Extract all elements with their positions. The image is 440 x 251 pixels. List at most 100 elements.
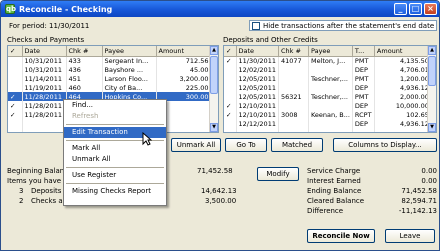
column-header[interactable]: Payee: [308, 46, 353, 57]
cell-check[interactable]: [8, 83, 23, 92]
cell-type: PMT: [352, 74, 375, 83]
cell-check[interactable]: [224, 128, 237, 132]
deposits-scrollbar[interactable]: ▲ ▼: [427, 46, 436, 132]
scroll-thumb[interactable]: [428, 56, 436, 86]
cell-check[interactable]: [8, 65, 23, 74]
table-row[interactable]: 12/05/2011 DEP 4,936.12: [224, 83, 432, 92]
cell-date: 11/30/2011: [236, 56, 279, 65]
table-row[interactable]: 12/12/2011 DEP 4,936.12: [224, 119, 432, 128]
cleared-balance-label: Cleared Balance: [307, 197, 365, 205]
cell-type: DEP: [352, 65, 375, 74]
menu-item-find[interactable]: Find...: [64, 100, 166, 111]
cell-num: [278, 83, 309, 92]
table-row[interactable]: 12/02/2011 DEP 4,706.01: [224, 65, 432, 74]
scroll-up-icon[interactable]: ▲: [210, 46, 218, 55]
table-row[interactable]: 12/05/2011 Teschner,... PMT 1,200.00: [224, 74, 432, 83]
cell-check[interactable]: ✓: [8, 92, 23, 101]
hide-transactions-label: Hide transactions after the statement's …: [263, 21, 435, 30]
cell-check[interactable]: ✓: [224, 101, 237, 110]
totals-panel: Service Charge 0.00 Interest Earned 0.00 E…: [307, 167, 437, 217]
cell-check[interactable]: [8, 56, 23, 65]
cell-amount: [374, 128, 432, 132]
table-row[interactable]: 11/19/2011 460 City of Ba... 225.00: [8, 83, 212, 92]
reconcile-now-button[interactable]: Reconcile Now: [307, 229, 375, 243]
close-icon[interactable]: ×: [424, 3, 437, 15]
checkbox-box[interactable]: [252, 21, 260, 30]
cell-num: [278, 101, 309, 110]
menu-item-refresh[interactable]: Refresh: [64, 111, 166, 122]
cell-check[interactable]: ✓: [224, 110, 237, 119]
menu-item-use-register[interactable]: Use Register: [64, 170, 166, 181]
columns-to-display-button[interactable]: Columns to Display...: [333, 138, 437, 152]
scroll-thumb[interactable]: [210, 56, 218, 94]
cell-type: DEP: [352, 83, 375, 92]
cell-check[interactable]: ✓: [8, 101, 23, 110]
table-row[interactable]: 12/05/2011 56321 Teschner,... PMT 2,000.00: [224, 92, 432, 101]
cell-payee: Bayshore ...: [102, 65, 157, 74]
cell-check[interactable]: [224, 65, 237, 74]
cell-check[interactable]: ✓: [224, 56, 237, 65]
cell-payee: [308, 83, 353, 92]
menu-item-missing-checks-report[interactable]: Missing Checks Report: [64, 186, 166, 197]
deposits-label: Deposits: [31, 187, 62, 195]
unmark-all-button[interactable]: Unmark All: [171, 138, 221, 152]
cell-payee: Keenan, B...: [308, 110, 353, 119]
cell-date: 12/05/2011: [236, 74, 279, 83]
modify-button[interactable]: Modify: [257, 167, 299, 181]
hide-transactions-checkbox[interactable]: Hide transactions after the statement's …: [249, 20, 437, 31]
cell-payee: Teschner,...: [308, 74, 353, 83]
table-row[interactable]: 11/14/2011 451 Larson Floo... 3,200.00: [8, 74, 212, 83]
matched-button[interactable]: Matched: [271, 138, 323, 152]
interest-earned-label: Interest Earned: [307, 177, 361, 185]
table-row[interactable]: 10/31/2011 436 Bayshore ... 45.00: [8, 65, 212, 74]
cell-check[interactable]: [224, 74, 237, 83]
table-row[interactable]: ✓ 12/10/2011 DEP 10,000.00: [224, 101, 432, 110]
table-row[interactable]: 10/31/2011 433 Sergeant In... 712.56: [8, 56, 212, 65]
deposits-value: 14,642.13: [201, 187, 237, 195]
cell-check[interactable]: [8, 128, 23, 132]
column-header[interactable]: Date: [236, 46, 279, 57]
cell-check[interactable]: [8, 74, 23, 83]
column-header[interactable]: Payee: [102, 46, 157, 57]
table-row[interactable]: [224, 128, 432, 132]
column-header[interactable]: ✓: [8, 46, 23, 57]
scroll-down-icon[interactable]: ▼: [210, 123, 218, 132]
maximize-icon[interactable]: □: [409, 3, 422, 15]
cell-date: 12/02/2011: [236, 65, 279, 74]
minimize-icon[interactable]: _: [394, 3, 407, 15]
cell-check[interactable]: [224, 92, 237, 101]
cell-amount: 2,000.00: [374, 92, 432, 101]
cell-num: 433: [66, 56, 103, 65]
service-charge-value: 0.00: [421, 167, 437, 175]
table-row[interactable]: ✓ 11/30/2011 41077 Melton, J... PMT 4,135.50: [224, 56, 432, 65]
cell-payee: Sergeant In...: [102, 56, 157, 65]
cell-check[interactable]: ✓: [8, 110, 23, 119]
cell-payee: Melton, J...: [308, 56, 353, 65]
column-header[interactable]: Amount: [156, 46, 212, 57]
scroll-down-icon[interactable]: ▼: [428, 123, 436, 132]
leave-button[interactable]: Leave: [385, 229, 435, 243]
checks-scrollbar[interactable]: ▲ ▼: [209, 46, 218, 132]
cell-date: 11/14/2011: [22, 74, 67, 83]
cell-check[interactable]: [224, 119, 237, 128]
cell-payee: City of Ba...: [102, 83, 157, 92]
scroll-up-icon[interactable]: ▲: [428, 46, 436, 55]
cell-date: 11/19/2011: [22, 83, 67, 92]
cell-check[interactable]: [8, 119, 23, 128]
column-header[interactable]: Chk #: [278, 46, 309, 57]
column-header[interactable]: Amount: [374, 46, 432, 57]
title-bar[interactable]: qb Reconcile - Checking _ □ ×: [1, 1, 439, 17]
deposits-credits-grid[interactable]: ✓ Date Chk # Payee T... Amount ✓ 11/30/2011 410…: [223, 45, 437, 133]
cell-num: [278, 65, 309, 74]
menu-separator: [64, 165, 166, 170]
table-row[interactable]: ✓ 12/10/2011 3008 Keenan, B... RCPT 102.65: [224, 110, 432, 119]
column-header[interactable]: T...: [352, 46, 375, 57]
cell-type: DEP: [352, 119, 375, 128]
cell-check[interactable]: [224, 83, 237, 92]
column-header[interactable]: Date: [22, 46, 67, 57]
goto-button[interactable]: Go To: [225, 138, 267, 152]
menu-item-unmark-all[interactable]: Unmark All: [64, 154, 166, 165]
cell-num: [278, 74, 309, 83]
column-header[interactable]: Chk #: [66, 46, 103, 57]
column-header[interactable]: ✓: [224, 46, 237, 57]
